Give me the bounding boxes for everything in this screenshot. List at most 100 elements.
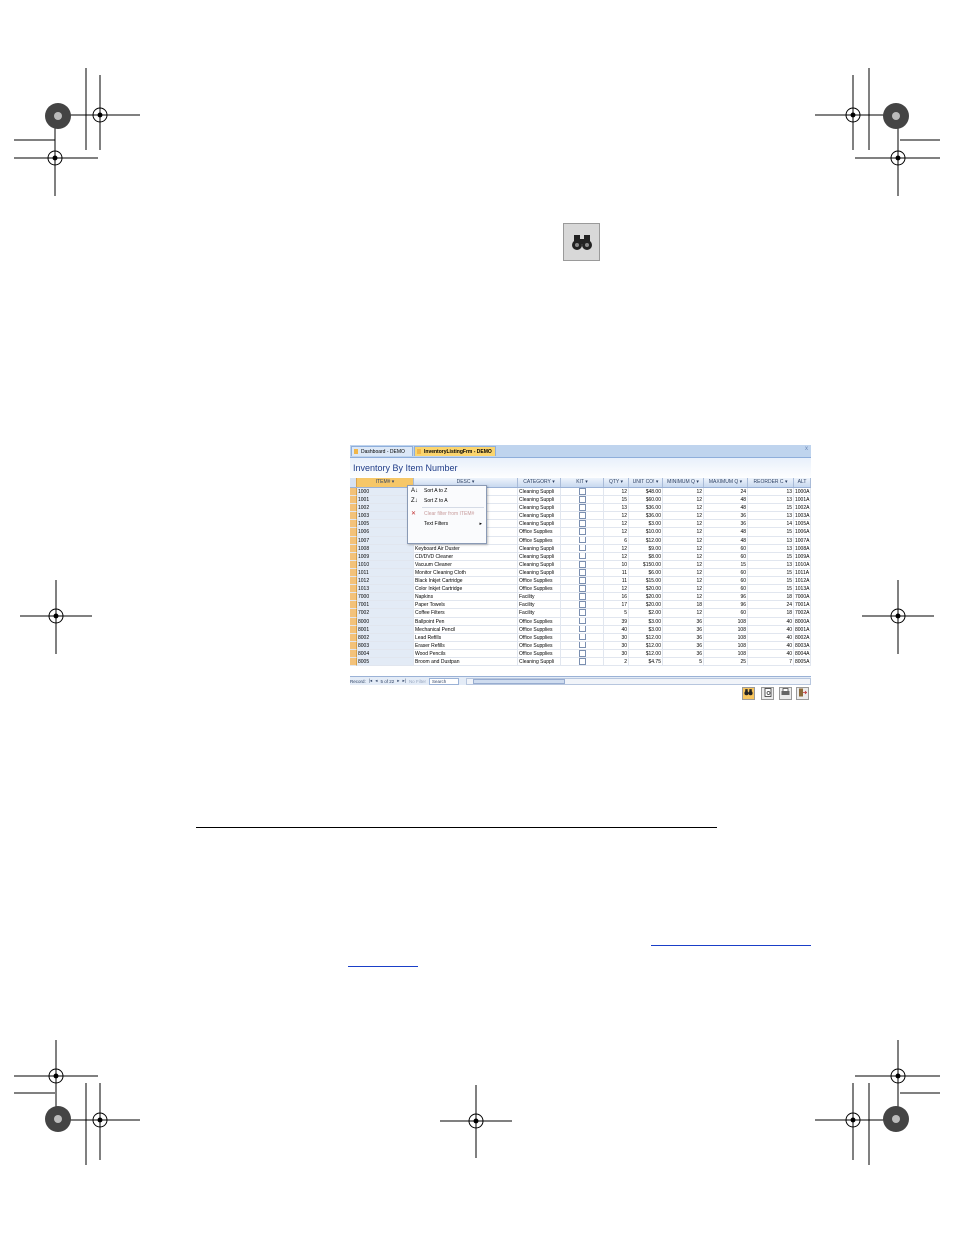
kit-checkbox[interactable] [578, 544, 586, 552]
cell-item[interactable]: 8003 [357, 641, 414, 650]
cell-unit-cost[interactable]: $2.00 [629, 609, 663, 618]
cell-maximum[interactable]: 36 [704, 520, 748, 529]
cell-maximum[interactable]: 60 [704, 552, 748, 561]
cell-reorder[interactable]: 15 [748, 577, 794, 586]
cell-alt[interactable]: 8000A [794, 617, 811, 626]
row-selector[interactable] [350, 657, 357, 667]
cell-item[interactable]: 7002 [357, 609, 414, 618]
cell-item[interactable]: 1010 [357, 560, 414, 569]
cell-category[interactable]: Office Supplies [518, 577, 561, 586]
first-record-button[interactable]: |◂ [369, 678, 372, 684]
cell-item[interactable]: 1013 [357, 585, 414, 594]
hyperlink-underline[interactable] [348, 966, 418, 967]
cell-qty[interactable]: 10 [604, 560, 629, 569]
table-row[interactable]: 1008 Keyboard Air Duster Cleaning Suppli 12… [350, 544, 811, 553]
cell-category[interactable]: Cleaning Suppli [518, 504, 561, 513]
cell-qty[interactable]: 12 [604, 552, 629, 561]
kit-checkbox[interactable] [578, 601, 586, 608]
cell-item[interactable]: 1008 [357, 544, 414, 553]
cell-qty[interactable]: 12 [604, 512, 629, 521]
cell-reorder[interactable]: 18 [748, 609, 794, 618]
header-item[interactable]: ITEM# ▾ [357, 478, 414, 487]
cell-kit[interactable] [561, 488, 604, 497]
header-minimum[interactable]: MINIMUM Q ▾ [663, 478, 704, 487]
cell-qty[interactable]: 15 [604, 496, 629, 505]
row-selector[interactable] [350, 504, 357, 513]
cell-item[interactable]: 1011 [357, 568, 414, 578]
cell-kit[interactable] [561, 593, 604, 602]
kit-checkbox[interactable] [578, 496, 586, 503]
cell-kit[interactable] [561, 633, 604, 642]
cell-minimum[interactable]: 12 [663, 496, 704, 505]
kit-checkbox[interactable] [578, 552, 586, 560]
table-row[interactable]: 8002 Lead Refills Office Supplies 30 $12.00 3… [350, 633, 811, 642]
cell-item[interactable]: 7000 [357, 593, 414, 602]
cell-desc[interactable]: Color Inkjet Cartridge [414, 585, 518, 594]
chevron-down-icon[interactable]: ▾ [585, 479, 588, 485]
cell-category[interactable]: Office Supplies [518, 625, 561, 634]
row-selector[interactable] [350, 488, 357, 497]
cell-desc[interactable]: Paper Towels [414, 601, 518, 610]
kit-checkbox[interactable] [578, 617, 586, 625]
chevron-down-icon[interactable]: ▾ [656, 479, 659, 485]
menu-sort-z-a[interactable]: Z↓ Sort Z to A [408, 496, 486, 506]
record-position[interactable]: 5 of 22 [380, 679, 394, 684]
cell-kit[interactable] [561, 544, 604, 553]
cell-item[interactable]: 1005 [357, 520, 414, 529]
cell-maximum[interactable]: 60 [704, 585, 748, 594]
cell-qty[interactable]: 40 [604, 625, 629, 634]
cell-unit-cost[interactable]: $60.00 [629, 496, 663, 505]
cell-qty[interactable]: 30 [604, 633, 629, 642]
chevron-down-icon[interactable]: ▾ [696, 479, 699, 485]
cell-alt[interactable]: 8004A [794, 649, 811, 658]
cell-category[interactable]: Facility [518, 609, 561, 618]
cell-reorder[interactable]: 15 [748, 585, 794, 594]
cell-qty[interactable]: 12 [604, 488, 629, 497]
cell-desc[interactable]: Napkins [414, 593, 518, 602]
row-selector[interactable] [350, 496, 357, 505]
cell-item[interactable]: 1007 [357, 536, 414, 545]
cell-minimum[interactable]: 12 [663, 544, 704, 553]
cell-item[interactable]: 1002 [357, 504, 414, 513]
cell-reorder[interactable]: 13 [748, 544, 794, 553]
kit-checkbox[interactable] [578, 488, 586, 495]
cell-unit-cost[interactable]: $3.00 [629, 617, 663, 626]
cell-desc[interactable]: Wood Pencils [414, 649, 518, 658]
chevron-down-icon[interactable]: ▾ [392, 479, 395, 485]
cell-category[interactable]: Office Supplies [518, 649, 561, 658]
kit-checkbox[interactable] [578, 528, 586, 536]
row-selector[interactable] [350, 528, 357, 537]
cell-category[interactable]: Cleaning Suppli [518, 488, 561, 497]
cell-maximum[interactable]: 108 [704, 617, 748, 626]
find-record-button[interactable] [742, 687, 755, 700]
cell-item[interactable]: 8001 [357, 625, 414, 634]
cell-qty[interactable]: 12 [604, 520, 629, 529]
cell-maximum[interactable]: 96 [704, 593, 748, 602]
cell-unit-cost[interactable]: $12.00 [629, 633, 663, 642]
cell-alt[interactable]: 1007A [794, 536, 811, 545]
row-selector[interactable] [350, 641, 357, 650]
cell-desc[interactable]: Ballpoint Pen [414, 617, 518, 626]
cell-reorder[interactable]: 7 [748, 657, 794, 667]
cell-minimum[interactable]: 12 [663, 520, 704, 529]
row-selector[interactable] [350, 577, 357, 586]
cell-unit-cost[interactable]: $12.00 [629, 641, 663, 650]
cell-reorder[interactable]: 40 [748, 625, 794, 634]
cell-item[interactable]: 1006 [357, 528, 414, 537]
cell-category[interactable]: Office Supplies [518, 617, 561, 626]
cell-unit-cost[interactable]: $3.00 [629, 520, 663, 529]
cell-alt[interactable]: 7000A [794, 593, 811, 602]
search-input[interactable]: Search [428, 677, 460, 685]
cell-alt[interactable]: 8005A [794, 657, 811, 667]
horizontal-scrollbar[interactable] [466, 677, 811, 685]
cell-desc[interactable]: Mechanical Pencil [414, 625, 518, 634]
cell-alt[interactable]: 1010A [794, 560, 811, 569]
table-row[interactable]: 7001 Paper Towels Facility 17 $20.00 18 96 24 70… [350, 601, 811, 610]
chevron-down-icon[interactable]: ▾ [740, 479, 743, 485]
row-selector[interactable] [350, 625, 357, 634]
tab-inventory-listing[interactable]: InventoryListingFrm - DEMO [414, 446, 496, 456]
cell-desc[interactable]: Black Inkjet Cartridge [414, 577, 518, 586]
cell-maximum[interactable]: 96 [704, 601, 748, 610]
cell-alt[interactable]: 1006A [794, 528, 811, 537]
header-unit-cost[interactable]: UNIT CO! ▾ [629, 478, 663, 487]
